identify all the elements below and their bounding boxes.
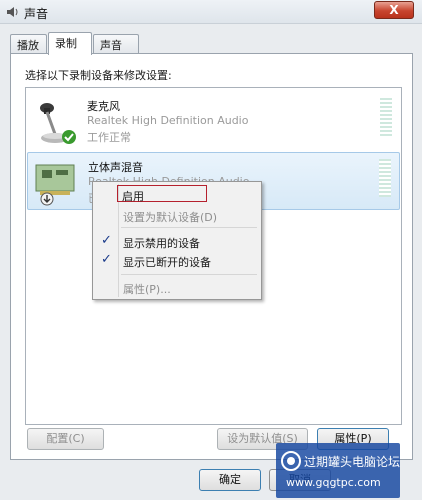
tab-sounds[interactable]: 声音: [93, 34, 139, 53]
tab-playback[interactable]: 播放: [10, 34, 47, 53]
checkmark-icon: ✓: [101, 252, 112, 267]
speaker-icon: [7, 7, 18, 17]
configure-button[interactable]: 配置(C): [27, 428, 104, 450]
menu-item-show-disabled[interactable]: ✓ 显示禁用的设备: [95, 232, 259, 251]
title-bar: 声音 X: [0, 0, 422, 24]
menu-separator: [121, 274, 257, 275]
watermark-url: www.gqgtpc.com: [286, 476, 381, 489]
menu-item-show-disconnected[interactable]: ✓ 显示已断开的设备: [95, 251, 259, 270]
forum-logo-icon: [281, 451, 301, 471]
level-meter: [380, 98, 392, 136]
close-button[interactable]: X: [374, 1, 414, 19]
instruction-text: 选择以下录制设备来修改设置:: [25, 69, 172, 82]
check-badge-icon: [62, 130, 76, 144]
menu-item-properties[interactable]: 属性(P)...: [95, 278, 259, 297]
level-meter: [379, 159, 391, 197]
device-name: 麦克风: [87, 100, 120, 113]
watermark: 过期罐头电脑论坛 www.gqgtpc.com: [276, 443, 400, 498]
device-status: 工作正常: [87, 131, 131, 144]
menu-item-set-default[interactable]: 设置为默认设备(D): [95, 206, 259, 225]
menu-separator: [121, 227, 257, 228]
ok-button[interactable]: 确定: [199, 469, 261, 491]
context-menu: 启用 设置为默认设备(D) ✓ 显示禁用的设备 ✓ 显示已断开的设备 属性(P)…: [92, 181, 262, 300]
tab-recording[interactable]: 录制: [48, 32, 92, 55]
menu-item-label: 显示禁用的设备: [123, 237, 200, 250]
checkmark-icon: ✓: [101, 233, 112, 248]
sound-card-icon: [35, 164, 75, 206]
menu-item-enable[interactable]: 启用: [117, 185, 207, 203]
menu-item-label: 显示已断开的设备: [123, 256, 211, 269]
menu-item-label: 设置为默认设备(D): [123, 211, 218, 224]
menu-item-label: 启用: [122, 190, 144, 203]
device-driver: Realtek High Definition Audio: [87, 114, 249, 127]
device-microphone[interactable]: 麦克风 Realtek High Definition Audio 工作正常: [27, 92, 400, 150]
down-arrow-badge-icon: [40, 192, 54, 206]
microphone-icon: [40, 103, 76, 144]
device-name: 立体声混音: [88, 161, 143, 174]
menu-item-label: 属性(P)...: [123, 283, 171, 296]
watermark-title: 过期罐头电脑论坛: [304, 455, 401, 469]
window-title: 声音: [24, 7, 49, 21]
